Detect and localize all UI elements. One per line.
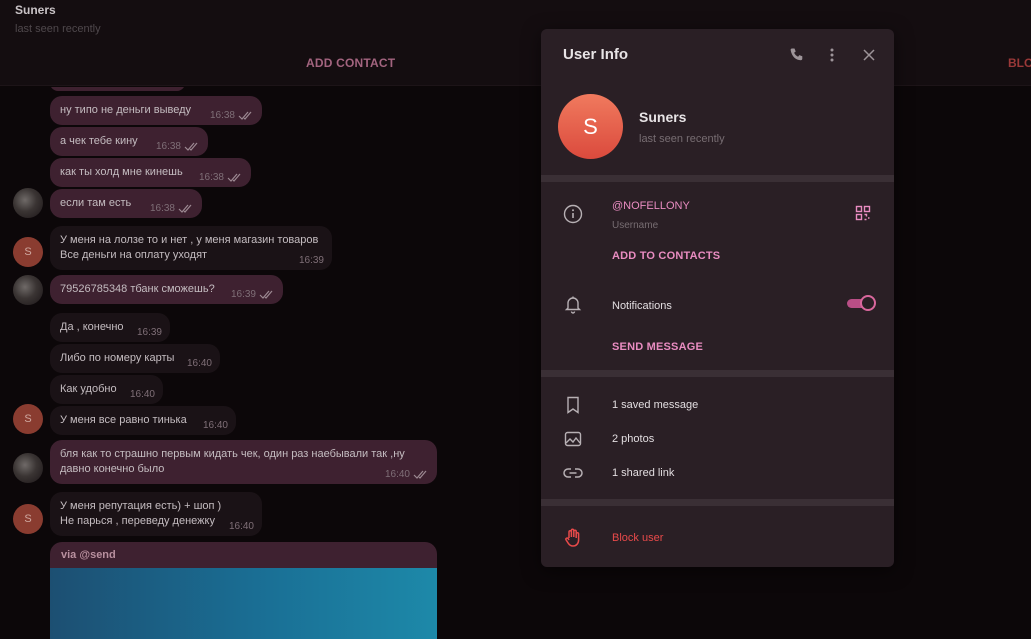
profile-avatar[interactable]: S — [558, 94, 623, 159]
message-time: 16:39 — [136, 327, 162, 338]
info-icon — [563, 204, 583, 224]
chat-title[interactable]: Suners — [15, 3, 56, 17]
message-text: как ты холд мне кинешь — [60, 166, 183, 178]
notifications-toggle[interactable] — [847, 295, 876, 311]
message-meta: 16:40 — [385, 467, 429, 482]
message-time: 16:38 — [149, 203, 175, 214]
message-bubble[interactable]: Как удобно 16:40 — [50, 375, 163, 404]
contact-avatar[interactable] — [13, 188, 43, 218]
section-divider — [541, 499, 894, 506]
message-time: 16:39 — [230, 289, 256, 300]
double-check-icon — [227, 173, 241, 182]
contact-avatar[interactable] — [13, 453, 43, 483]
media-message[interactable]: via @send — [50, 542, 437, 639]
notifications-label: Notifications — [612, 300, 672, 312]
message-time: 16:40 — [186, 358, 212, 369]
message-time: 16:39 — [298, 255, 324, 266]
double-check-icon — [178, 204, 192, 213]
double-check-icon — [413, 470, 427, 479]
double-check-icon — [238, 111, 252, 120]
message-bubble[interactable]: Либо по номеру карты 16:40 — [50, 344, 220, 373]
message-text: Либо по номеру карты — [60, 352, 175, 364]
saved-messages-item[interactable]: 1 saved message — [612, 399, 698, 411]
double-check-icon — [184, 142, 198, 151]
contact-avatar[interactable]: S — [13, 404, 43, 434]
message-time: 16:38 — [155, 141, 181, 152]
message-text: У меня все равно тинька — [60, 414, 187, 426]
shared-links-item[interactable]: 1 shared link — [612, 467, 674, 479]
contact-avatar[interactable]: S — [13, 237, 43, 267]
message-bubble[interactable]: ну типо не деньги выведу 16:38 — [50, 96, 262, 125]
bell-icon — [563, 294, 583, 314]
message-meta: 16:40 — [229, 519, 254, 534]
link-icon — [563, 463, 583, 483]
message-time: 16:38 — [209, 110, 235, 121]
message-text: а чек тебе кину — [60, 135, 138, 147]
section-divider — [541, 175, 894, 182]
message-text: У меня на лолзе то и нет , у меня магази… — [60, 234, 319, 261]
message-text: Да , конечно — [60, 321, 124, 333]
message-text: Как удобно — [60, 383, 117, 395]
message-text: У меня репутация есть) + шоп ) Не парься… — [60, 500, 222, 527]
dialog-title: User Info — [563, 46, 629, 63]
message-meta: 16:39 — [231, 287, 275, 302]
close-icon[interactable] — [860, 46, 878, 64]
photos-item[interactable]: 2 photos — [612, 433, 654, 445]
add-to-contacts-button[interactable]: ADD TO CONTACTS — [612, 250, 720, 262]
message-meta: 16:40 — [187, 356, 212, 371]
user-info-dialog: User Info S Suners last seen recently @N… — [541, 29, 894, 567]
via-bot-label[interactable]: via @send — [61, 549, 116, 561]
section-divider — [541, 370, 894, 377]
message-text: бля как то страшно первым кидать чек, од… — [60, 448, 405, 475]
hand-stop-icon — [563, 528, 583, 548]
message-bubble[interactable]: У меня все равно тинька 16:40 — [50, 406, 236, 435]
message-meta: 16:39 — [299, 253, 324, 268]
phone-icon[interactable] — [788, 46, 806, 64]
profile-status: last seen recently — [639, 133, 725, 145]
message-text: ну типо не деньги выведу — [60, 104, 192, 116]
message-bubble[interactable]: а чек тебе кину 16:38 — [50, 127, 208, 156]
add-contact-button[interactable]: ADD CONTACT — [306, 56, 395, 70]
profile-name: Suners — [639, 109, 687, 125]
message-time: 16:40 — [129, 389, 155, 400]
more-vertical-icon[interactable] — [823, 46, 841, 64]
username-label: Username — [612, 220, 659, 231]
send-message-button[interactable]: SEND MESSAGE — [612, 341, 703, 353]
block-button[interactable]: BLO — [1008, 56, 1031, 70]
message-bubble[interactable]: Да , конечно 16:39 — [50, 313, 170, 342]
message-text: 79526785348 тбанк сможешь? — [60, 283, 215, 295]
message-meta: 16:38 — [199, 170, 243, 185]
message-time: 16:38 — [198, 172, 224, 183]
media-preview[interactable] — [50, 568, 437, 639]
message-bubble-cut[interactable] — [50, 87, 185, 91]
bookmark-icon — [563, 395, 583, 415]
username-value[interactable]: @NOFELLONY — [612, 200, 690, 212]
message-bubble[interactable]: У меня на лолзе то и нет , у меня магази… — [50, 226, 332, 270]
message-meta: 16:38 — [210, 108, 254, 123]
message-bubble[interactable]: бля как то страшно первым кидать чек, од… — [50, 440, 437, 484]
message-text: если там есть — [60, 197, 132, 209]
message-time: 16:40 — [384, 469, 410, 480]
photo-icon — [563, 429, 583, 449]
message-meta: 16:40 — [203, 418, 228, 433]
message-meta: 16:39 — [137, 325, 162, 340]
contact-avatar[interactable]: S — [13, 504, 43, 534]
message-bubble[interactable]: 79526785348 тбанк сможешь? 16:39 — [50, 275, 283, 304]
block-user-button[interactable]: Block user — [612, 532, 663, 544]
message-meta: 16:38 — [150, 201, 194, 216]
message-time: 16:40 — [202, 420, 228, 431]
qr-code-icon[interactable] — [853, 203, 873, 223]
message-time: 16:40 — [228, 521, 254, 532]
message-bubble[interactable]: если там есть 16:38 — [50, 189, 202, 218]
chat-status: last seen recently — [15, 23, 101, 35]
contact-avatar[interactable] — [13, 275, 43, 305]
message-bubble[interactable]: как ты холд мне кинешь 16:38 — [50, 158, 251, 187]
double-check-icon — [259, 290, 273, 299]
message-meta: 16:40 — [130, 387, 155, 402]
message-meta: 16:38 — [156, 139, 200, 154]
toggle-knob — [860, 295, 876, 311]
message-bubble[interactable]: У меня репутация есть) + шоп ) Не парься… — [50, 492, 262, 536]
